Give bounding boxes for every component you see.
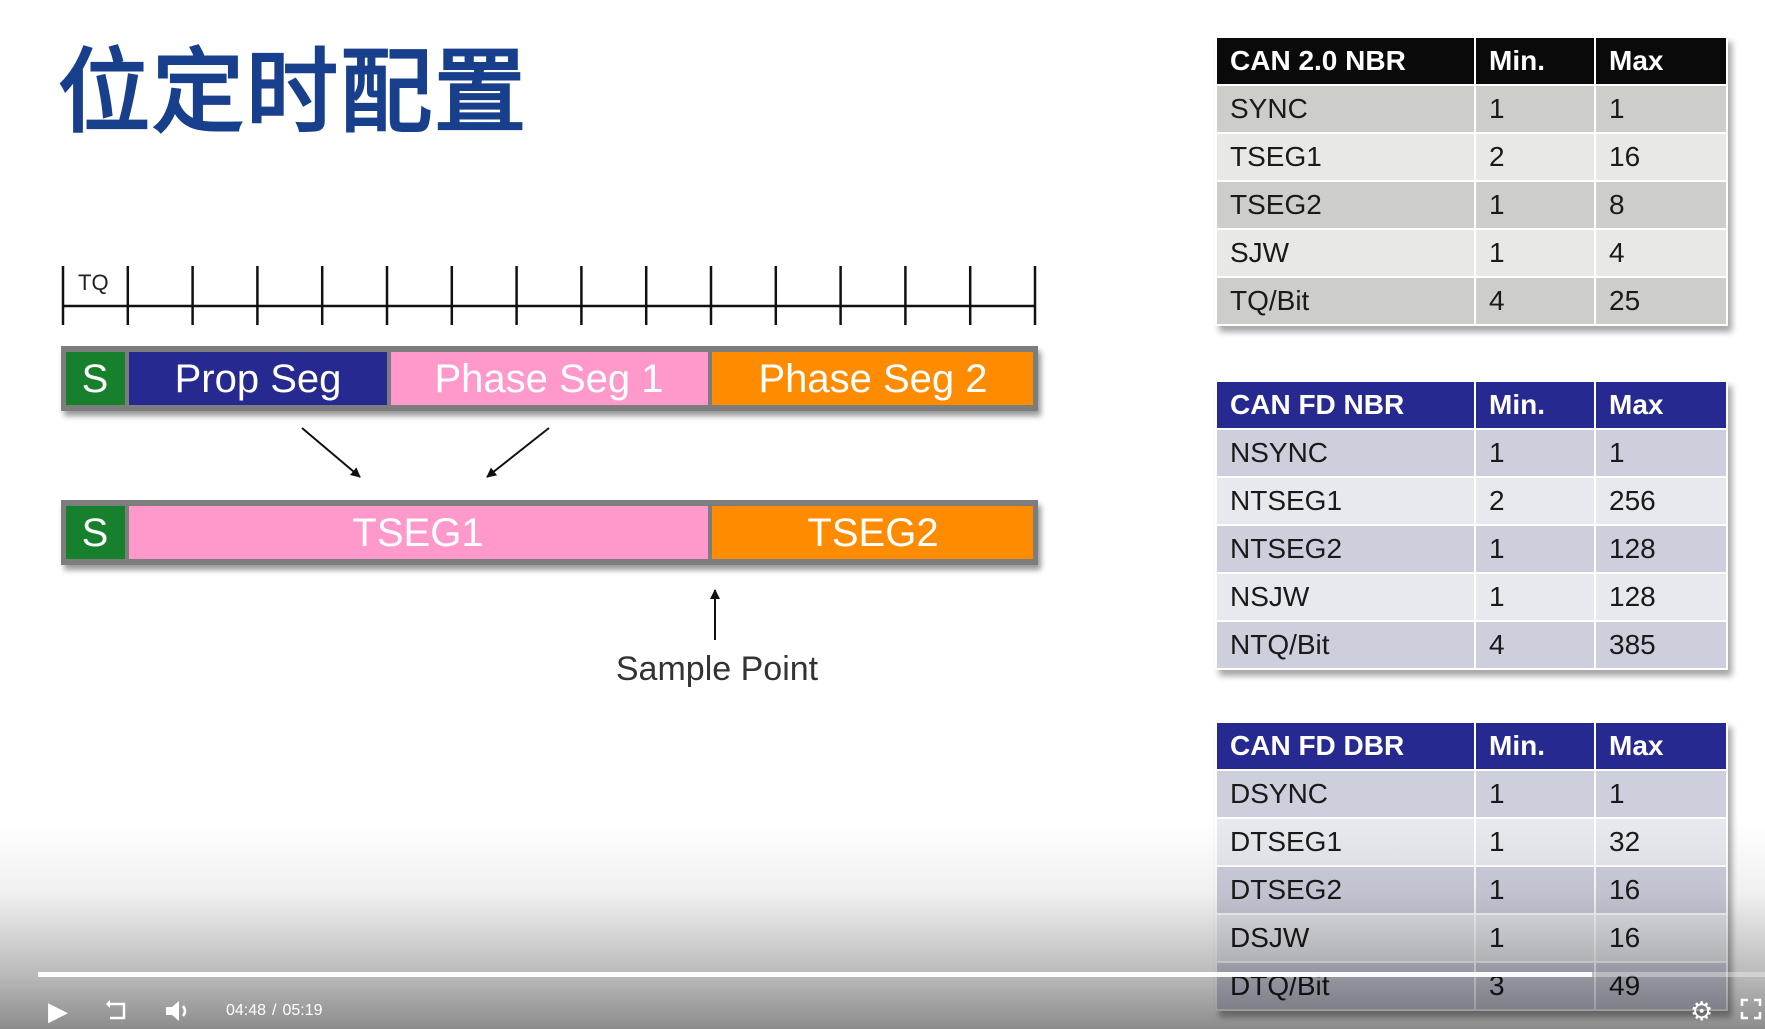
gear-icon[interactable]: ⚙: [1690, 998, 1713, 1024]
table-cell: SJW: [1215, 228, 1476, 278]
tq-label: TQ: [78, 270, 109, 295]
prop-seg-label: Prop Seg: [175, 357, 342, 401]
table-cell: 1: [1594, 84, 1728, 134]
table-header-cell: Max: [1594, 380, 1728, 430]
table-cell: 1: [1474, 84, 1596, 134]
table-header-row: CAN 2.0 NBR Min. Max: [1215, 36, 1728, 86]
table-cell: 1: [1474, 428, 1596, 478]
table-header-cell: CAN FD DBR: [1215, 721, 1476, 771]
table-cell: 1: [1474, 865, 1596, 915]
table-cell: SYNC: [1215, 84, 1476, 134]
table-cell: 1: [1474, 180, 1596, 230]
table-cell: 1: [1474, 572, 1596, 622]
tseg2-label: TSEG2: [807, 511, 938, 555]
table-row: NTSEG1 2 256: [1215, 476, 1728, 526]
table-cell: 32: [1594, 817, 1728, 867]
table-row: DTSEG1 1 32: [1215, 817, 1728, 867]
table-cell: TSEG1: [1215, 132, 1476, 182]
sample-point-label: Sample Point: [616, 650, 819, 688]
fullscreen-icon[interactable]: [1740, 998, 1762, 1024]
table-header-cell: Max: [1594, 721, 1728, 771]
table-row: DSJW 1 16: [1215, 913, 1728, 963]
table-row: DTSEG2 1 16: [1215, 865, 1728, 915]
table-cell: DTSEG2: [1215, 865, 1476, 915]
table-row: TSEG1 2 16: [1215, 132, 1728, 182]
table-cell: NSYNC: [1215, 428, 1476, 478]
table-row: TSEG2 1 8: [1215, 180, 1728, 230]
bit-timing-diagram: TQ S Prop Seg Phase Seg 1 Phase Seg 2 S …: [61, 266, 1038, 688]
time-separator: /: [272, 1002, 277, 1019]
table-header-cell: CAN 2.0 NBR: [1215, 36, 1476, 86]
table-header-cell: Min.: [1474, 721, 1596, 771]
canfd-nbr-table: CAN FD NBR Min. Max NSYNC 1 1 NTSEG1 2 256 N…: [1215, 380, 1728, 670]
table-header-row: CAN FD NBR Min. Max: [1215, 380, 1728, 430]
player-controls: ▶ 04:48 / 05:19 ⚙: [0, 990, 1765, 1029]
tq-ruler: TQ: [61, 266, 1037, 325]
tseg1-label: TSEG1: [352, 511, 483, 555]
phase-seg-2-label: Phase Seg 2: [758, 357, 987, 401]
table-cell: 1: [1594, 769, 1728, 819]
table-cell: 4: [1594, 228, 1728, 278]
table-row: NSJW 1 128: [1215, 572, 1728, 622]
canfd-dbr-table: CAN FD DBR Min. Max DSYNC 1 1 DTSEG1 1 32 DT…: [1215, 721, 1728, 1011]
table-cell: 16: [1594, 865, 1728, 915]
table-cell: 385: [1594, 620, 1728, 670]
table-cell: 16: [1594, 132, 1728, 182]
table-cell: 1: [1474, 228, 1596, 278]
can20-nbr-table: CAN 2.0 NBR Min. Max SYNC 1 1 TSEG1 2 16 TSE…: [1215, 36, 1728, 326]
current-time: 04:48: [226, 1002, 267, 1019]
table-cell: 1: [1474, 913, 1596, 963]
table-cell: 256: [1594, 476, 1728, 526]
ruler-ticks: [61, 266, 1037, 325]
table-cell: TQ/Bit: [1215, 276, 1476, 326]
merge-arrow-right: [486, 427, 550, 478]
table-header-cell: Max: [1594, 36, 1728, 86]
table-cell: 25: [1594, 276, 1728, 326]
table-cell: 4: [1474, 276, 1596, 326]
table-cell: 1: [1474, 524, 1596, 574]
table-cell: NTQ/Bit: [1215, 620, 1476, 670]
volume-icon[interactable]: [164, 998, 192, 1028]
replay-10-icon[interactable]: [104, 998, 130, 1028]
time-display: 04:48 / 05:19: [226, 1002, 329, 1020]
table-row: NTSEG2 1 128: [1215, 524, 1728, 574]
table-row: SJW 1 4: [1215, 228, 1728, 278]
table-cell: NSJW: [1215, 572, 1476, 622]
table-cell: 128: [1594, 572, 1728, 622]
table-header-cell: Min.: [1474, 36, 1596, 86]
duration: 05:19: [282, 1002, 323, 1019]
table-row: DSYNC 1 1: [1215, 769, 1728, 819]
table-header-row: CAN FD DBR Min. Max: [1215, 721, 1728, 771]
table-row: NSYNC 1 1: [1215, 428, 1728, 478]
table-header-cell: Min.: [1474, 380, 1596, 430]
table-cell: TSEG2: [1215, 180, 1476, 230]
sync-seg-top-label: S: [82, 357, 109, 401]
table-cell: 2: [1474, 132, 1596, 182]
merge-arrow-left: [301, 427, 361, 478]
table-cell: 4: [1474, 620, 1596, 670]
table-cell: DSJW: [1215, 913, 1476, 963]
table-header-cell: CAN FD NBR: [1215, 380, 1476, 430]
table-cell: 1: [1594, 428, 1728, 478]
table-cell: 1: [1474, 817, 1596, 867]
phase-seg-1-label: Phase Seg 1: [434, 357, 663, 401]
table-row: NTQ/Bit 4 385: [1215, 620, 1728, 670]
sync-seg-bottom-label: S: [82, 511, 109, 555]
table-cell: 8: [1594, 180, 1728, 230]
table-cell: DSYNC: [1215, 769, 1476, 819]
table-cell: DTSEG1: [1215, 817, 1476, 867]
table-cell: 2: [1474, 476, 1596, 526]
progress-bar-played: [38, 972, 1593, 977]
table-cell: 128: [1594, 524, 1728, 574]
table-cell: 16: [1594, 913, 1728, 963]
table-cell: NTSEG1: [1215, 476, 1476, 526]
table-row: TQ/Bit 4 25: [1215, 276, 1728, 326]
table-cell: NTSEG2: [1215, 524, 1476, 574]
table-cell: 1: [1474, 769, 1596, 819]
play-icon[interactable]: ▶: [48, 998, 68, 1024]
progress-bar[interactable]: [38, 972, 1765, 977]
slide: 位定时配置 TQ S Prop Seg Phase Seg 1 Phase Se…: [0, 0, 1765, 1029]
table-row: SYNC 1 1: [1215, 84, 1728, 134]
